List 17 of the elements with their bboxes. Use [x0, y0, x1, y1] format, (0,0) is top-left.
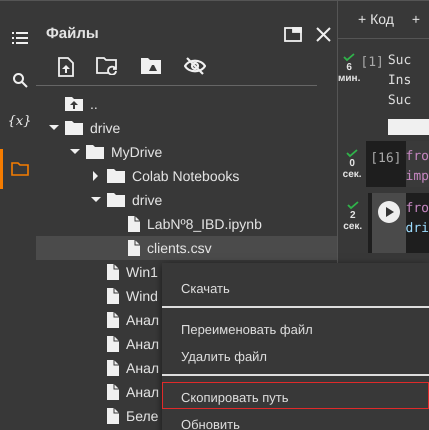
- code-line: fro: [406, 200, 429, 218]
- run-time: 2: [350, 210, 356, 221]
- code-line: Suc: [388, 52, 412, 70]
- run-time: 0: [349, 158, 355, 169]
- variables-label: {x}: [8, 113, 32, 132]
- time-unit: сек.: [342, 169, 362, 180]
- execution-count: [16]: [370, 150, 403, 168]
- time-unit: сек.: [343, 221, 362, 232]
- code-line: dri: [406, 220, 429, 238]
- code-line: Suc: [388, 92, 412, 110]
- execution-count: [1]: [360, 54, 385, 72]
- panel-title: Файлы: [46, 24, 100, 44]
- time-unit: мин.: [338, 73, 360, 84]
- code-line: fro: [406, 148, 429, 166]
- code-line: imp: [406, 168, 429, 186]
- run-time: 6: [346, 62, 352, 73]
- code-line: Ins: [388, 72, 412, 90]
